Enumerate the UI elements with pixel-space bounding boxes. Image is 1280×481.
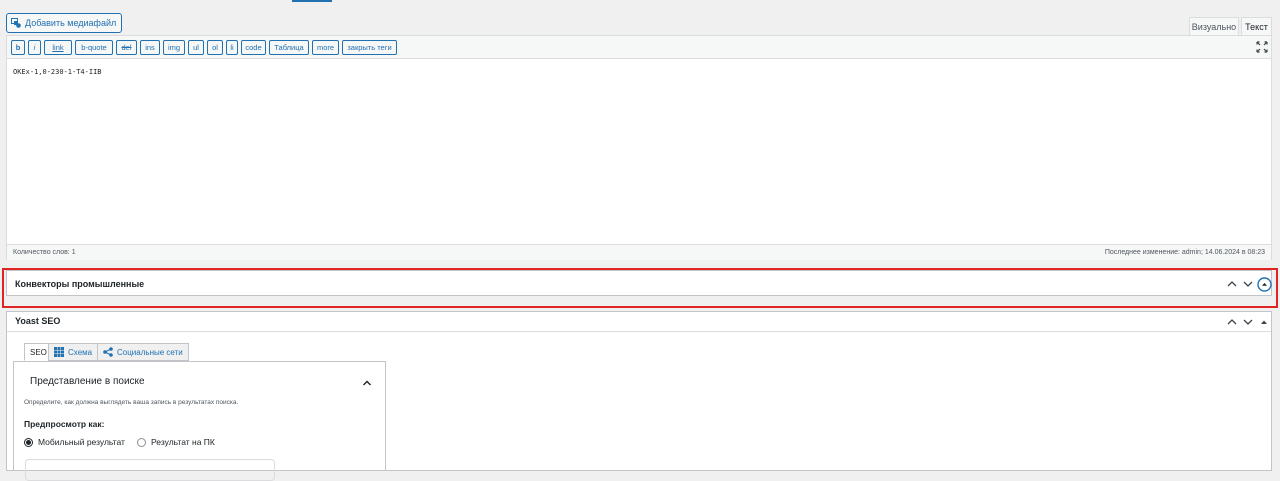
qt-blockquote-button[interactable]: b-quote [75, 40, 113, 55]
qt-del-button[interactable]: del [116, 40, 137, 55]
grid-icon [54, 347, 64, 357]
radio-mobile-indicator[interactable] [24, 437, 33, 447]
add-media-button[interactable]: Добавить медиафайл [6, 13, 123, 33]
quicktags-toolbar: b i link b-quote del ins img ul ol li co… [7, 36, 1271, 59]
qt-more-button[interactable]: more [312, 40, 339, 55]
qt-li-button[interactable]: li [226, 40, 238, 55]
highlight-frame [2, 268, 1278, 308]
qt-bold-button[interactable]: b [11, 40, 25, 55]
qt-ul-button[interactable]: ul [188, 40, 204, 55]
text-editor: b i link b-quote del ins img ul ol li co… [6, 35, 1272, 260]
move-down-icon[interactable] [1241, 315, 1255, 329]
collapse-arrow-icon[interactable] [1257, 315, 1271, 329]
radio-mobile[interactable]: Мобильный результат [24, 437, 125, 447]
yoast-metabox-header: Yoast SEO [7, 312, 1271, 332]
last-modified: Последнее изменение: admin; 14.06.2024 в… [1104, 249, 1265, 256]
radio-desktop[interactable]: Результат на ПК [137, 437, 215, 447]
qt-code-button[interactable]: code [241, 40, 266, 55]
editor-status-bar: Количество слов: 1 Последнее изменение: … [7, 244, 1271, 260]
editor-content[interactable]: OKEx-1,0-230-1-T4-IIB [13, 68, 102, 76]
radio-mobile-label: Мобильный результат [38, 437, 125, 447]
tab-schema-label: Схема [68, 347, 93, 357]
search-appearance-box: Представление в поиске Определите, как д… [13, 361, 386, 481]
qt-table-button[interactable]: Таблица [269, 40, 309, 55]
chevron-up-icon[interactable] [362, 375, 372, 393]
top-partial-element [292, 0, 332, 2]
search-appearance-title: Представление в поиске [30, 376, 145, 387]
fullscreen-icon[interactable] [1256, 41, 1268, 53]
tab-social[interactable]: Социальные сети [97, 343, 189, 361]
qt-link-button[interactable]: link [44, 40, 72, 55]
qt-close-tags-button[interactable]: закрыть теги [342, 40, 397, 55]
share-icon [103, 347, 113, 357]
media-icon [11, 17, 21, 28]
search-preview-card [25, 459, 275, 481]
tab-seo-label: SEO [30, 347, 47, 357]
qt-ins-button[interactable]: ins [140, 40, 160, 55]
qt-img-button[interactable]: img [163, 40, 185, 55]
move-up-icon[interactable] [1225, 315, 1239, 329]
radio-desktop-indicator[interactable] [137, 437, 146, 447]
tab-social-label: Социальные сети [117, 347, 183, 357]
qt-italic-button[interactable]: i [28, 40, 41, 55]
tab-visual[interactable]: Визуально [1189, 17, 1239, 36]
preview-as-label: Предпросмотр как: [24, 419, 105, 429]
tab-text[interactable]: Текст [1241, 17, 1272, 36]
tab-schema[interactable]: Схема [48, 343, 99, 361]
word-count: Количество слов: 1 [13, 249, 76, 256]
search-appearance-hint: Определите, как должна выглядеть ваша за… [24, 399, 239, 406]
qt-ol-button[interactable]: ol [207, 40, 223, 55]
radio-desktop-label: Результат на ПК [151, 437, 215, 447]
add-media-label: Добавить медиафайл [25, 18, 117, 28]
yoast-metabox-title: Yoast SEO [15, 316, 61, 326]
